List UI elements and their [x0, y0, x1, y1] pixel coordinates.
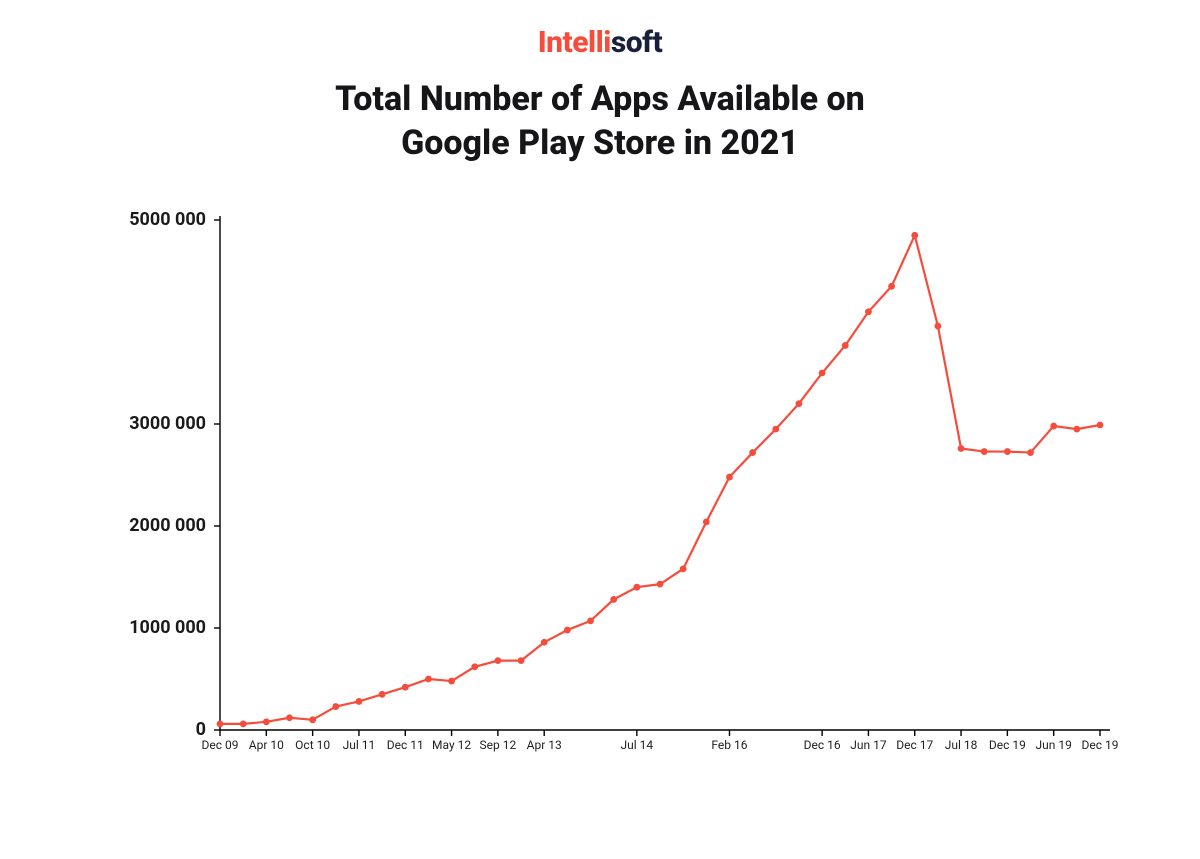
- data-point: [286, 714, 293, 721]
- x-tick-label: Apr 13: [527, 738, 562, 752]
- logo-part1: Intelli: [538, 25, 611, 60]
- svg-text:Feb 16: Feb 16: [711, 738, 747, 752]
- data-point: [657, 581, 664, 588]
- data-point: [425, 676, 432, 683]
- data-point: [402, 684, 409, 691]
- data-point: [332, 703, 339, 710]
- data-point: [958, 445, 965, 452]
- data-point: [1027, 449, 1034, 456]
- x-tick-label: Dec 09: [202, 738, 239, 752]
- x-tick-label: May 12: [432, 738, 471, 752]
- data-point: [726, 474, 733, 481]
- x-tick-label: Jun 17: [850, 738, 887, 752]
- data-point: [888, 283, 895, 290]
- x-tick-label: Jun 19: [1036, 738, 1072, 752]
- x-tick-label: Dec 11: [387, 738, 424, 752]
- svg-text:Dec 09: Dec 09: [202, 738, 239, 752]
- svg-text:Apr 10: Apr 10: [249, 738, 284, 752]
- x-tick-label: Oct 10: [295, 738, 330, 752]
- x-tick-label: Feb 16: [711, 738, 747, 752]
- svg-text:1000 000: 1000 000: [129, 617, 206, 638]
- svg-text:Dec 11: Dec 11: [387, 738, 424, 752]
- data-point: [796, 400, 803, 407]
- svg-text:Jul 14: Jul 14: [621, 738, 654, 752]
- chart-container: 0 1000 000 2000 000 3000 000 5000 000 Dec 09 A…: [60, 210, 1140, 780]
- line-chart: 0 1000 000 2000 000 3000 000 5000 000 Dec 09 A…: [60, 210, 1140, 780]
- data-point: [564, 627, 571, 634]
- svg-text:Dec 17: Dec 17: [896, 738, 933, 752]
- y-tick-label: 5000 000: [129, 210, 206, 230]
- x-tick-label: Dec 19: [1082, 738, 1119, 752]
- data-point: [772, 426, 779, 433]
- y-tick-label: 2000 000: [129, 515, 206, 536]
- svg-text:Jun 19: Jun 19: [1036, 738, 1072, 752]
- svg-text:Dec 19: Dec 19: [1082, 738, 1119, 752]
- data-point: [448, 678, 455, 685]
- logo-part2: soft: [611, 25, 662, 60]
- x-tick-label: Dec 19: [989, 738, 1026, 752]
- svg-text:Apr 13: Apr 13: [527, 738, 562, 752]
- svg-text:3000 000: 3000 000: [129, 413, 206, 434]
- page: Intellisoft Total Number of Apps Availab…: [0, 0, 1200, 859]
- data-point: [610, 596, 617, 603]
- data-point: [633, 584, 640, 591]
- data-point: [703, 519, 710, 526]
- svg-text:May 12: May 12: [432, 738, 471, 752]
- title-line-2: Google Play Store in 2021: [0, 122, 1200, 166]
- svg-text:Dec 19: Dec 19: [989, 738, 1026, 752]
- svg-text:Jul 18: Jul 18: [945, 738, 978, 752]
- data-point: [842, 342, 849, 349]
- svg-text:2000 000: 2000 000: [129, 515, 206, 536]
- data-point: [240, 720, 247, 727]
- y-tick-label: 1000 000: [129, 617, 206, 638]
- data-point: [865, 308, 872, 315]
- data-point: [587, 617, 594, 624]
- data-point: [541, 639, 548, 646]
- chart-title: Total Number of Apps Available on Google…: [0, 78, 1200, 165]
- svg-text:Jul 11: Jul 11: [343, 738, 376, 752]
- data-point: [680, 565, 687, 572]
- data-point: [1097, 422, 1104, 429]
- x-tick-label: Apr 10: [249, 738, 284, 752]
- x-tick-label: Jul 14: [621, 738, 654, 752]
- title-line-1: Total Number of Apps Available on: [0, 78, 1200, 122]
- data-point: [1073, 426, 1080, 433]
- data-point: [263, 718, 270, 725]
- data-point: [819, 370, 826, 377]
- data-point: [749, 449, 756, 456]
- x-tick-label: Sep 12: [480, 738, 517, 752]
- y-tick-label: 3000 000: [129, 413, 206, 434]
- x-tick-label: Dec 16: [804, 738, 841, 752]
- data-point: [379, 691, 386, 698]
- brand-logo: Intellisoft: [0, 28, 1200, 58]
- svg-text:Jun 17: Jun 17: [850, 738, 887, 752]
- data-point: [934, 323, 941, 330]
- svg-text:Oct 10: Oct 10: [295, 738, 330, 752]
- svg-text:0: 0: [196, 719, 206, 740]
- x-tick-label: Dec 17: [896, 738, 933, 752]
- data-point: [981, 448, 988, 455]
- x-tick-label: Jul 18: [945, 738, 978, 752]
- series-line: [220, 235, 1100, 724]
- y-tick-label: 0: [196, 719, 206, 740]
- data-point: [471, 663, 478, 670]
- data-point: [217, 720, 224, 727]
- svg-text:5000 000: 5000 000: [129, 210, 206, 230]
- data-point: [494, 657, 501, 664]
- svg-text:Dec 16: Dec 16: [804, 738, 841, 752]
- data-point: [1004, 448, 1011, 455]
- data-point: [911, 232, 918, 239]
- data-point: [518, 657, 525, 664]
- data-point: [356, 698, 363, 705]
- data-point: [309, 716, 316, 723]
- x-tick-label: Jul 11: [343, 738, 376, 752]
- svg-text:Sep 12: Sep 12: [480, 738, 517, 752]
- data-point: [1050, 423, 1057, 430]
